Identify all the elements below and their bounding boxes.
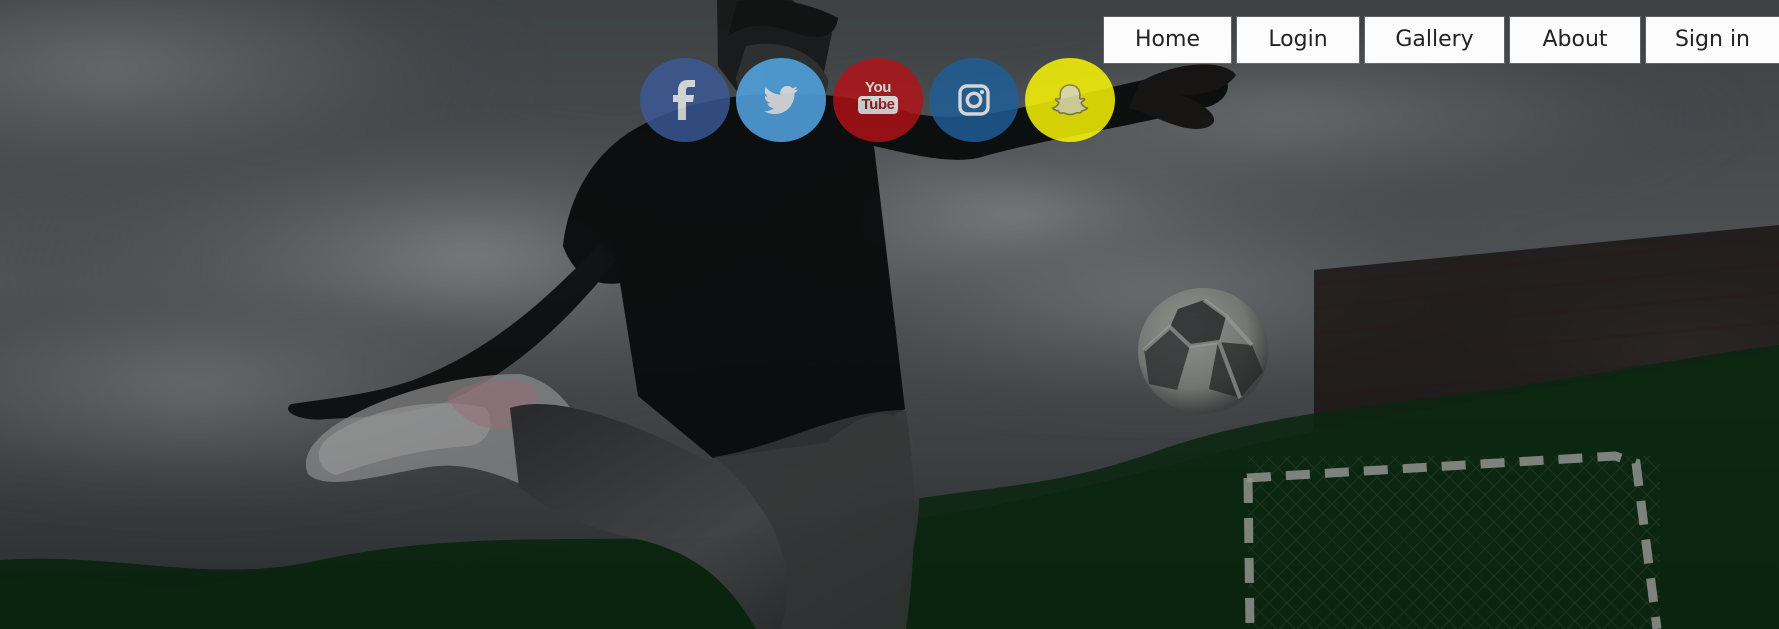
facebook-link[interactable] — [640, 58, 730, 142]
nav-login-button[interactable]: Login — [1237, 17, 1359, 63]
hero-section: Home Login Gallery About Sign in You Tub… — [0, 0, 1779, 629]
snapchat-icon — [1051, 84, 1089, 116]
nav-about-button[interactable]: About — [1510, 17, 1640, 63]
instagram-link[interactable] — [929, 58, 1019, 142]
twitter-icon — [764, 86, 798, 114]
youtube-link[interactable]: You Tube — [833, 58, 923, 142]
twitter-link[interactable] — [736, 58, 826, 142]
youtube-logo-tube-text: Tube — [858, 96, 898, 114]
snapchat-link[interactable] — [1025, 58, 1115, 142]
top-navigation: Home Login Gallery About Sign in — [0, 17, 1779, 64]
youtube-logo-you-text: You — [864, 79, 892, 96]
facebook-icon — [673, 80, 695, 120]
social-media-links: You Tube — [640, 58, 1115, 142]
youtube-icon: You Tube — [833, 79, 923, 117]
instagram-icon — [958, 84, 990, 116]
nav-home-button[interactable]: Home — [1104, 17, 1231, 63]
nav-sign-in-button[interactable]: Sign in — [1646, 17, 1779, 63]
nav-gallery-button[interactable]: Gallery — [1365, 17, 1504, 63]
